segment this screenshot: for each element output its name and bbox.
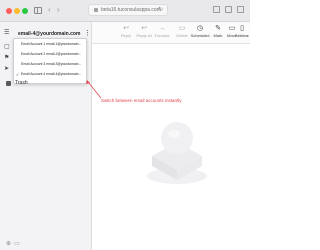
sidebar-panel-icon: ▯ <box>240 25 244 32</box>
account-option-1[interactable]: Email Account 1 email-1@yourdomain... <box>14 40 86 49</box>
new-tab-icon[interactable] <box>225 6 232 13</box>
back-icon[interactable]: ‹ <box>48 5 51 15</box>
account-option-3[interactable]: Email Account 3 email-3@yourdomain... <box>14 60 86 69</box>
reply-button[interactable]: ↩ Reply <box>116 24 136 42</box>
share-icon[interactable] <box>213 6 220 13</box>
lock-icon <box>94 8 98 12</box>
minimize-window-button[interactable] <box>14 8 20 14</box>
forward-icon[interactable]: › <box>57 5 60 15</box>
account-option-4[interactable]: ✓ Email Account 4 email-4@yourdomain... <box>14 70 86 79</box>
sent-icon[interactable]: ➤ <box>4 66 9 73</box>
reload-icon[interactable]: ↻ <box>158 6 163 15</box>
folder-trash[interactable]: Trash <box>15 80 28 87</box>
delete-icon: ▭ <box>178 25 186 32</box>
scheduled-icon: ◷ <box>196 25 204 32</box>
reply-all-icon: ↩ <box>141 25 147 32</box>
browser-toolbar: ‹ › beta16.tuconsulasppa.com ↻ <box>0 0 250 22</box>
account-dropdown: Email Account 1 email-1@yourdomain... Em… <box>13 38 87 84</box>
mail-toolbar: ↩ Reply ↩ Reply all → Forward ▭ Delete ◷… <box>92 22 250 44</box>
account-option-2[interactable]: Email Account 2 email-2@yourdomain... <box>14 50 86 59</box>
delete-button[interactable]: ▭ Delete <box>172 24 192 42</box>
empty-mailbox-illustration <box>147 122 207 184</box>
footer-add-icon[interactable]: ⊕ <box>6 241 11 248</box>
flagged-icon[interactable]: ⚑ <box>4 55 9 62</box>
callout-arrow <box>86 80 102 99</box>
sidebar-menu-icon[interactable]: ☰ <box>4 30 9 37</box>
inbox-icon[interactable]: ▢ <box>4 44 10 51</box>
url-text: beta16.tuconsulasppa.com <box>101 7 161 13</box>
forward-mail-icon: → <box>158 25 166 32</box>
trash-icon <box>6 81 11 86</box>
callout-text: Switch between email accounts instantly <box>101 98 182 103</box>
reply-all-button[interactable]: ↩ Reply all <box>134 24 154 42</box>
checkmark-icon: ✓ <box>16 72 20 77</box>
sidebar-toggle-icon[interactable] <box>34 7 42 14</box>
footer-filter-icon[interactable]: ▭ <box>14 241 20 248</box>
close-window-button[interactable] <box>6 8 12 14</box>
tabs-icon[interactable] <box>237 6 244 13</box>
sidebar-button[interactable]: ▯ Sidebar <box>232 24 252 42</box>
forward-button[interactable]: → Forward <box>152 24 172 42</box>
address-bar[interactable]: beta16.tuconsulasppa.com ↻ <box>88 4 168 16</box>
reply-icon: ↩ <box>123 25 129 32</box>
scheduled-button[interactable]: ◷ Scheduled <box>190 24 210 42</box>
compose-icon[interactable]: ⋮ <box>84 29 91 38</box>
account-selector[interactable]: email-4@yourdomain.com <box>18 31 80 38</box>
maximize-window-button[interactable] <box>22 8 28 14</box>
